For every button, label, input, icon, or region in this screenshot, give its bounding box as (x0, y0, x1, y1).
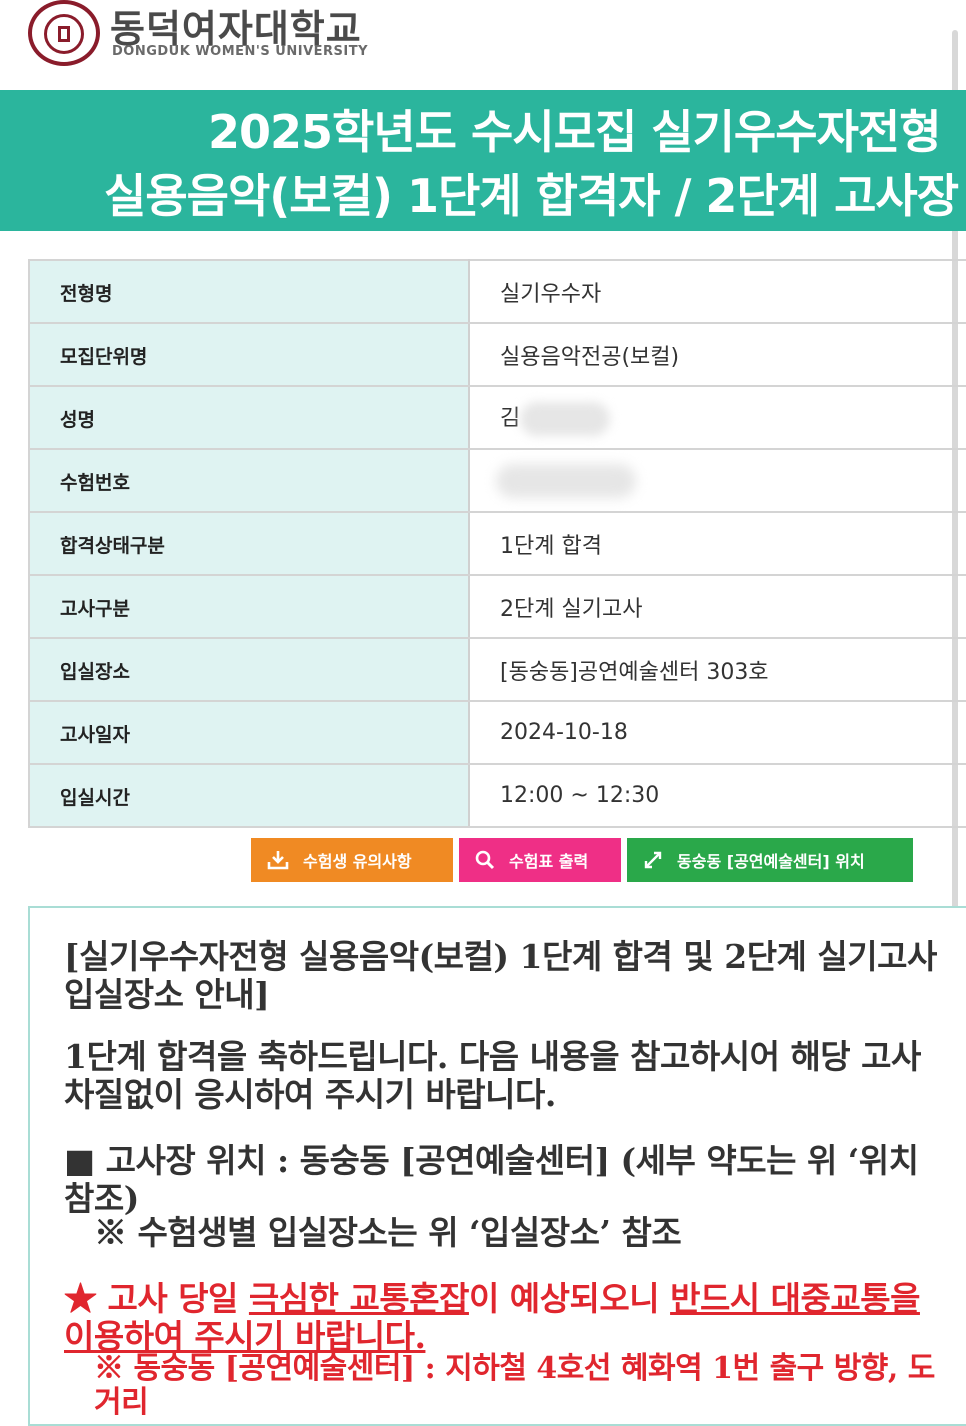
notice-title: [실기우수자전형 실용음악(보컬) 1단계 합격 및 2단계 실기고사 입실장소… (64, 938, 937, 1014)
row-label-result-status: 합격상태구분 (29, 512, 470, 576)
notice-exam-location: ■ 고사장 위치 : 동숭동 [공연예술센터] (세부 약도는 위 ‘위치 참조… (64, 1142, 919, 1218)
table-row: 입실시간 12:00 ~ 12:30 (29, 764, 966, 828)
row-label-exam-room: 입실장소 (29, 638, 470, 702)
table-row: 성명 김 (29, 386, 966, 450)
applicant-info-table: 전형명 실기우수자 모집단위명 실용음악전공(보컬) 성명 김 수험번호 합격상… (28, 259, 966, 828)
notice-subway-directions: ※ 동숭동 [공연예술센터] : 지하철 4호선 혜화역 1번 출구 방향, 도… (94, 1352, 935, 1420)
row-value-exam-room: [동숭동]공연예술센터 303호 (469, 638, 966, 702)
notice-location-line1: ■ 고사장 위치 : 동숭동 [공연예술센터] (세부 약도는 위 ‘위치 (64, 1141, 919, 1180)
page-title-line1: 2025학년도 수시모집 실기우수자전형 (208, 105, 942, 159)
row-label-exam-number: 수험번호 (29, 449, 470, 513)
expand-arrows-icon (644, 851, 662, 869)
applicant-notice-button[interactable]: 수험생 유의사항 (251, 838, 453, 882)
notice-title-line2: 입실장소 안내] (64, 975, 270, 1014)
table-row: 합격상태구분 1단계 합격 (29, 512, 966, 576)
warning-underlined-congestion: 극심한 교통혼잡 (248, 1279, 470, 1318)
notice-congrats-line1: 1단계 합격을 축하드립니다. 다음 내용을 참고하시어 해당 고사 (64, 1037, 921, 1076)
location-map-button-label: 동숭동 [공연예술센터] 위치 (677, 852, 865, 871)
table-row: 수험번호 (29, 449, 966, 513)
table-row: 모집단위명 실용음악전공(보컬) (29, 323, 966, 387)
row-label-exam-date: 고사일자 (29, 701, 470, 765)
row-value-exam-number (469, 449, 966, 513)
row-label-check-in-time: 입실시간 (29, 764, 470, 828)
print-admission-ticket-button-label: 수험표 출력 (509, 852, 589, 871)
name-visible-part: 김 (500, 405, 521, 431)
row-label-major: 모집단위명 (29, 323, 470, 387)
notice-title-line1: [실기우수자전형 실용음악(보컬) 1단계 합격 및 2단계 실기고사 (64, 937, 937, 976)
row-value-name: 김 (469, 386, 966, 450)
warning-prefix: ★ 고사 당일 (64, 1279, 249, 1318)
notice-congrats-line2: 차질없이 응시하여 주시기 바랍니다. (64, 1075, 556, 1114)
row-label-admission-type: 전형명 (29, 259, 470, 324)
page-title-banner: 2025학년도 수시모집 실기우수자전형 실용음악(보컬) 1단계 합격자 / … (0, 90, 966, 231)
search-icon (475, 850, 495, 870)
exam-number-redaction-blur (496, 463, 636, 498)
row-value-exam-date: 2024-10-18 (469, 701, 966, 765)
row-value-check-in-time: 12:00 ~ 12:30 (469, 764, 966, 828)
table-row: 입실장소 [동숭동]공연예술센터 303호 (29, 638, 966, 702)
row-label-name: 성명 (29, 386, 470, 450)
print-admission-ticket-button[interactable]: 수험표 출력 (459, 838, 621, 882)
exam-notice-panel: [실기우수자전형 실용음악(보컬) 1단계 합격 및 2단계 실기고사 입실장소… (28, 906, 966, 1426)
row-value-admission-type: 실기우수자 (469, 259, 966, 324)
warning-middle: 이 예상되오니 (468, 1279, 671, 1318)
row-label-exam-type: 고사구분 (29, 575, 470, 639)
university-name-english: DONGDUK WOMEN'S UNIVERSITY (112, 44, 369, 59)
row-value-exam-type: 2단계 실기고사 (469, 575, 966, 639)
row-value-result-status: 1단계 합격 (469, 512, 966, 576)
university-seal-icon[interactable] (28, 0, 100, 66)
subway-line1: ※ 동숭동 [공연예술센터] : 지하철 4호선 혜화역 1번 출구 방향, 도 (94, 1351, 935, 1386)
name-redaction-blur (520, 401, 611, 436)
table-row: 전형명 실기우수자 (29, 259, 966, 324)
location-map-button[interactable]: 동숭동 [공연예술센터] 위치 (627, 838, 913, 882)
table-row: 고사일자 2024-10-18 (29, 701, 966, 765)
warning-underlined-public-transit: 반드시 대중교통을 (670, 1279, 920, 1318)
site-header: 동덕여자대학교 DONGDUK WOMEN'S UNIVERSITY (0, 0, 966, 90)
page-title-line2: 실용음악(보컬) 1단계 합격자 / 2단계 고사장 (104, 169, 959, 223)
notice-room-note: ※ 수험생별 입실장소는 위 ‘입실장소’ 참조 (94, 1213, 682, 1252)
notice-congratulations: 1단계 합격을 축하드립니다. 다음 내용을 참고하시어 해당 고사 차질없이 … (64, 1038, 921, 1114)
download-icon (267, 851, 289, 870)
table-row: 고사구분 2단계 실기고사 (29, 575, 966, 639)
notice-traffic-warning: ★ 고사 당일 극심한 교통혼잡이 예상되오니 반드시 대중교통을 이용하여 주시… (64, 1280, 920, 1356)
subway-line2: 거리 (94, 1385, 149, 1420)
applicant-notice-button-label: 수험생 유의사항 (303, 852, 412, 871)
row-value-major: 실용음악전공(보컬) (469, 323, 966, 387)
